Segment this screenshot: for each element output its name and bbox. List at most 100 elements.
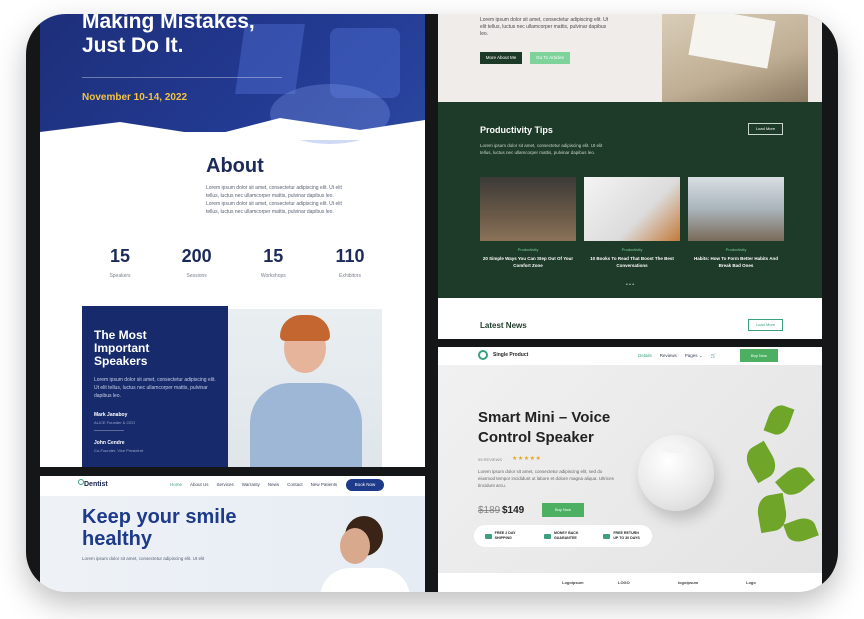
woman-body bbox=[320, 568, 410, 592]
nav-link-new-patients[interactable]: New Patients bbox=[311, 482, 338, 487]
product-title: Smart Mini – Voice Control Speaker bbox=[478, 409, 611, 446]
speaker-name: Mark Janaboy bbox=[94, 412, 128, 418]
speakers-card: The Most Important Speakers Lorem ipsum … bbox=[82, 306, 228, 467]
dentist-logo[interactable]: Dentist bbox=[84, 481, 108, 488]
speakers-title: The Most Important Speakers bbox=[94, 328, 150, 368]
conference-page-preview: Making Mistakes, Just Do It. November 10… bbox=[40, 14, 425, 467]
speakers-text: Lorem ipsum dolor sit amet, consectetur … bbox=[94, 377, 216, 399]
go-to-articles-button[interactable]: Go To Articles bbox=[530, 52, 570, 64]
dentist-navbar: Dentist Home About Us Services Warranty … bbox=[40, 476, 425, 496]
stat-value: 200 bbox=[181, 246, 212, 266]
woman-face bbox=[340, 528, 370, 564]
chevron-down-icon: ⌄ bbox=[698, 353, 703, 358]
article-title[interactable]: Habits: How To Form Better Habits And Br… bbox=[688, 255, 784, 269]
logo-icon bbox=[478, 350, 488, 360]
article-image bbox=[688, 177, 784, 241]
speaker-top bbox=[662, 445, 690, 453]
speaker-role: ALICE Founder & CEO bbox=[94, 420, 136, 425]
load-more-button[interactable]: Load More bbox=[748, 319, 783, 331]
hero-wave bbox=[40, 118, 425, 140]
dentist-subtext: Lorem ipsum dolor sit amet, consectetur … bbox=[82, 556, 205, 561]
article-category[interactable]: Productivity bbox=[480, 247, 576, 252]
plant-leaf bbox=[783, 514, 819, 546]
tips-cards: Productivity 20 Simple Ways You Can Step… bbox=[480, 177, 784, 269]
feature-label: MONEY BACK GUARANTEE bbox=[553, 531, 579, 540]
tips-title: Productivity Tips bbox=[480, 125, 553, 135]
product-description: Lorem ipsum dolor sit amet, consectetur … bbox=[478, 469, 614, 488]
feature-label: FREE RETURN UP TO 30 DAYS bbox=[613, 531, 640, 540]
dentist-page-preview: Dentist Home About Us Services Warranty … bbox=[40, 476, 425, 592]
money-icon bbox=[543, 533, 551, 539]
intro-text: Lorem ipsum dolor sit amet, consectetur … bbox=[480, 17, 609, 37]
speaker-role: Co-Founder, Vice President bbox=[94, 448, 144, 453]
nav-link-warranty[interactable]: Warranty bbox=[242, 482, 260, 487]
article-card[interactable]: Productivity Habits: How To Form Better … bbox=[688, 177, 784, 269]
article-title[interactable]: 20 Simple Ways You Can Step Out Of Your … bbox=[480, 255, 576, 269]
reviews-count[interactable]: 99 REVIEWS bbox=[478, 457, 502, 462]
hero-divider bbox=[82, 77, 282, 78]
more-about-me-button[interactable]: More About Me bbox=[480, 52, 522, 64]
article-category[interactable]: Productivity bbox=[688, 247, 784, 252]
feature-label: FREE 2 DAY SHIPPING bbox=[494, 531, 516, 540]
nav-link-contact[interactable]: Contact bbox=[287, 482, 303, 487]
load-more-button[interactable]: Load More bbox=[748, 123, 783, 135]
stat-exhibitors: 110 Exhibitors bbox=[320, 246, 380, 279]
latest-news-title: Latest News bbox=[480, 321, 527, 330]
feature-returns: FREE RETURN UP TO 30 DAYS bbox=[603, 531, 641, 541]
about-text: Lorem ipsum dolor sit amet, consectetur … bbox=[206, 185, 342, 215]
buy-now-button[interactable]: Buy Now bbox=[542, 503, 584, 517]
product-logo[interactable]: Single Product bbox=[493, 352, 528, 358]
product-menu: Details Reviews Pages ⌄ 🛒 bbox=[638, 353, 716, 359]
stat-value: 110 bbox=[335, 246, 365, 266]
stat-label: Speakers bbox=[109, 273, 131, 279]
nav-link-reviews[interactable]: Reviews bbox=[660, 353, 677, 359]
brand-logo: Logoipsum bbox=[562, 580, 584, 585]
nav-link-services[interactable]: Services bbox=[217, 482, 234, 487]
nav-link-home[interactable]: Home bbox=[170, 482, 182, 487]
speaker-photo bbox=[228, 309, 382, 467]
blog-intro: Lorem ipsum dolor sit amet, consectetur … bbox=[438, 14, 822, 102]
person-hair bbox=[280, 315, 330, 341]
features-bar: FREE 2 DAY SHIPPING MONEY BACK GUARANTEE… bbox=[474, 525, 652, 547]
cart-icon[interactable]: 🛒 bbox=[711, 353, 717, 359]
speaker-product-image bbox=[638, 435, 714, 511]
plant-leaf bbox=[763, 402, 795, 438]
stat-label: Workshops bbox=[260, 273, 286, 279]
article-category[interactable]: Productivity bbox=[584, 247, 680, 252]
article-image bbox=[584, 177, 680, 241]
book-now-button[interactable]: Book Now bbox=[346, 479, 384, 491]
desk-photo bbox=[662, 14, 808, 102]
article-title[interactable]: 10 Books To Read That Boost The Best Con… bbox=[584, 255, 680, 269]
speaker-divider bbox=[94, 430, 124, 431]
showcase-frame: Making Mistakes, Just Do It. November 10… bbox=[26, 14, 838, 592]
stat-value: 15 bbox=[263, 246, 284, 266]
plant-leaf bbox=[741, 440, 781, 484]
product-navbar: Single Product Details Reviews Pages ⌄ 🛒… bbox=[438, 347, 822, 365]
buy-now-nav-button[interactable]: Buy Now bbox=[740, 349, 778, 362]
stat-speakers: 15 Speakers bbox=[90, 246, 150, 279]
article-card[interactable]: Productivity 20 Simple Ways You Can Step… bbox=[480, 177, 576, 269]
stat-value: 15 bbox=[109, 246, 131, 266]
stat-workshops: 15 Workshops bbox=[243, 246, 303, 279]
new-price: $149 bbox=[502, 505, 525, 516]
notebook bbox=[688, 14, 776, 69]
article-card[interactable]: Productivity 10 Books To Read That Boost… bbox=[584, 177, 680, 269]
nav-link-details[interactable]: Details bbox=[638, 353, 652, 359]
nav-link-pages[interactable]: Pages ⌄ bbox=[685, 353, 703, 359]
rating-stars: ★★★★★ bbox=[512, 456, 542, 462]
tips-text: Lorem ipsum dolor sit amet, consectetur … bbox=[480, 143, 603, 155]
event-date: November 10-14, 2022 bbox=[82, 92, 188, 103]
productivity-page-preview: Lorem ipsum dolor sit amet, consectetur … bbox=[438, 14, 822, 339]
feature-shipping: FREE 2 DAY SHIPPING bbox=[484, 531, 523, 541]
product-page-preview: Single Product Details Reviews Pages ⌄ 🛒… bbox=[438, 347, 822, 592]
brand-logos-row: Logoipsum LOGO logoipsum Logo bbox=[438, 573, 822, 592]
stat-label: Sessions bbox=[186, 273, 207, 279]
productivity-tips-section: Productivity Tips Lorem ipsum dolor sit … bbox=[438, 102, 822, 298]
stat-sessions: 200 Sessions bbox=[167, 246, 227, 279]
truck-icon bbox=[484, 533, 492, 539]
nav-link-news[interactable]: News bbox=[268, 482, 279, 487]
nav-link-about[interactable]: About Us bbox=[190, 482, 209, 487]
dentist-headline: Keep your smile healthy bbox=[82, 506, 237, 550]
carousel-dots[interactable]: • • • bbox=[626, 282, 634, 288]
feature-guarantee: MONEY BACK GUARANTEE bbox=[543, 531, 582, 541]
